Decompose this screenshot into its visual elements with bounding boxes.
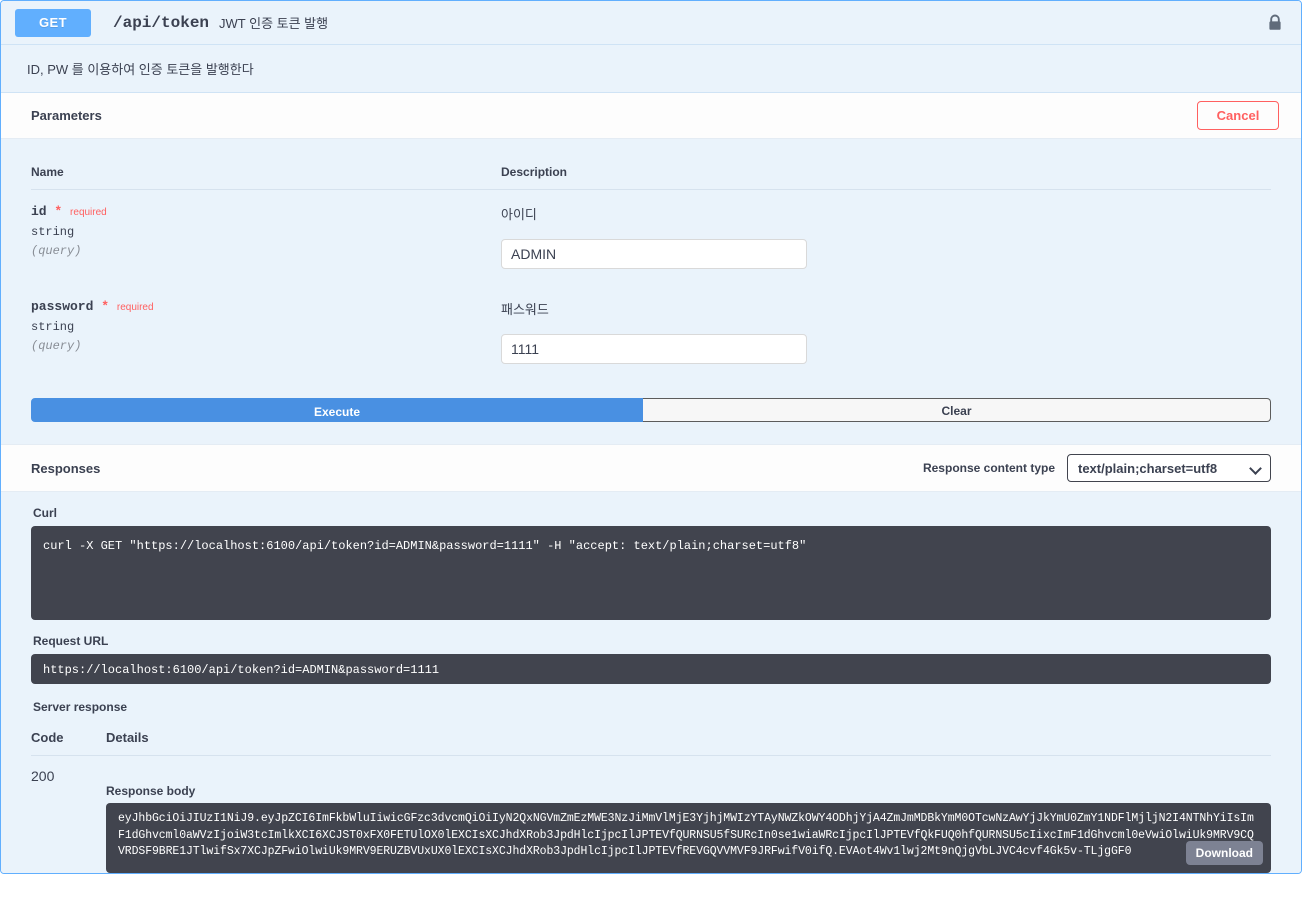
operation-description: ID, PW 를 이용하여 인증 토큰을 발행한다 [1, 45, 1301, 93]
table-row: password * required string (query) 패스워드 [31, 285, 1271, 380]
required-star-icon: * [101, 299, 110, 314]
parameter-type-password: string [31, 320, 75, 334]
column-header-details: Details [106, 722, 1271, 756]
column-header-description: Description [501, 139, 1271, 190]
operation-summary-text: JWT 인증 토큰 발행 [219, 16, 329, 31]
download-button[interactable]: Download [1185, 841, 1263, 865]
operation-summary-bar[interactable]: GET /api/token JWT 인증 토큰 발행 [1, 1, 1301, 45]
response-body-block[interactable]: eyJhbGciOiJIUzI1NiJ9.eyJpZCI6ImFkbWluIiw… [106, 803, 1271, 873]
curl-command-block[interactable]: curl -X GET "https://localhost:6100/api/… [31, 526, 1271, 620]
parameter-name-cell-id: id * required string (query) [31, 190, 501, 286]
lock-icon[interactable] [1265, 13, 1285, 33]
clear-button[interactable]: Clear [643, 398, 1271, 422]
parameters-title: Parameters [31, 108, 102, 123]
id-input[interactable] [501, 239, 807, 269]
chevron-down-icon [1249, 462, 1262, 475]
parameter-name-cell-password: password * required string (query) [31, 285, 501, 380]
table-row: 200 Response body eyJhbGciOiJIUzI1NiJ9.e… [31, 756, 1271, 874]
response-details-cell: Response body eyJhbGciOiJIUzI1NiJ9.eyJpZ… [106, 756, 1271, 873]
parameter-location-id: (query) [31, 244, 82, 258]
http-method-badge: GET [15, 8, 91, 37]
parameter-description-cell-password: 패스워드 [501, 285, 1271, 380]
responses-title: Responses [31, 460, 101, 476]
operation-block-get-api-token: GET /api/token JWT 인증 토큰 발행 ID, PW 를 이용하… [0, 0, 1302, 874]
response-content-type-label: Response content type [922, 461, 1055, 475]
parameters-header: Parameters Cancel [1, 93, 1301, 139]
parameter-description-password: 패스워드 [501, 302, 549, 317]
request-url-block[interactable]: https://localhost:6100/api/token?id=ADMI… [31, 654, 1271, 684]
password-input[interactable] [501, 334, 807, 364]
server-response-header-row: Code Details [31, 722, 1271, 756]
parameters-table: Name Description id * required string (q… [31, 139, 1271, 380]
column-header-name: Name [31, 139, 501, 190]
response-code-cell: 200 [31, 756, 106, 874]
parameter-label-password: password [31, 299, 94, 314]
execute-row-wrap: Execute Clear [1, 380, 1301, 444]
parameters-table-wrap: Name Description id * required string (q… [1, 139, 1301, 380]
server-response-table: Code Details 200 Response body eyJhbGciO… [31, 722, 1271, 873]
required-label-id: required [70, 207, 107, 218]
response-body-label: Response body [106, 784, 196, 798]
request-url-label: Request URL [33, 634, 109, 648]
parameter-location-password: (query) [31, 339, 82, 353]
table-row: id * required string (query) 아이디 [31, 190, 1271, 286]
server-response-label: Server response [33, 700, 128, 714]
responses-header: Responses Response content type text/pla… [1, 444, 1301, 492]
column-header-code: Code [31, 722, 106, 756]
parameter-name-id: id * required [31, 204, 501, 219]
status-badge: 200 [31, 768, 55, 784]
parameter-label-id: id [31, 204, 47, 219]
curl-label: Curl [33, 506, 57, 520]
response-body-text: eyJhbGciOiJIUzI1NiJ9.eyJpZCI6ImFkbWluIiw… [118, 812, 1254, 858]
parameter-description-cell-id: 아이디 [501, 190, 1271, 286]
response-content-type-value: text/plain;charset=utf8 [1078, 460, 1218, 476]
required-star-icon: * [54, 204, 63, 219]
execute-button[interactable]: Execute [31, 398, 643, 422]
parameter-description-id: 아이디 [501, 207, 537, 222]
execute-row: Execute Clear [31, 398, 1271, 422]
parameters-table-header-row: Name Description [31, 139, 1271, 190]
responses-body: Curl curl -X GET "https://localhost:6100… [1, 492, 1301, 873]
parameter-name-password: password * required [31, 299, 501, 314]
response-content-type-select[interactable]: text/plain;charset=utf8 [1067, 454, 1271, 482]
parameter-type-id: string [31, 225, 75, 239]
operation-path: /api/token [113, 13, 210, 32]
required-label-password: required [116, 302, 154, 313]
cancel-button[interactable]: Cancel [1197, 101, 1279, 130]
